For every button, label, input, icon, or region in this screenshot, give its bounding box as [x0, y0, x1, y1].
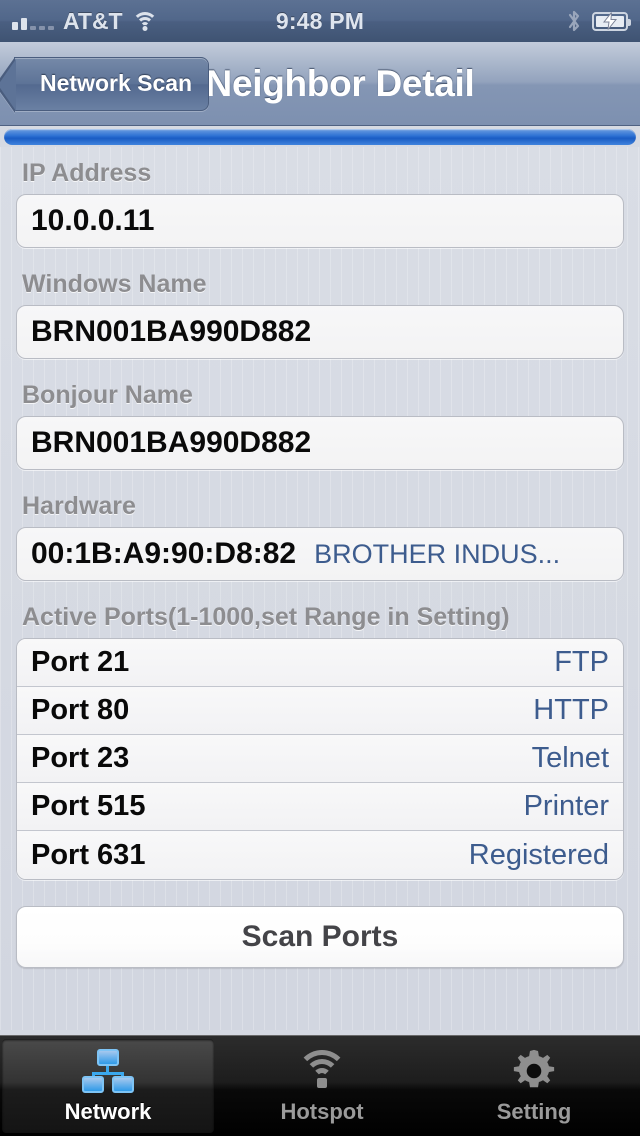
vendor-name-value: BROTHER INDUS... — [314, 538, 561, 569]
scan-ports-button[interactable]: Scan Ports — [16, 906, 624, 968]
wifi-icon — [131, 11, 158, 31]
active-ports-label: Active Ports(1-1000,set Range in Setting… — [22, 603, 510, 631]
ip-address-value: 10.0.0.11 — [31, 204, 155, 237]
windows-name-value: BRN001BA990D882 — [31, 315, 312, 348]
port-service-label: Registered — [468, 838, 609, 871]
port-number-label: Port 515 — [31, 790, 146, 822]
tab-bar: Network Hotspot Setting — [0, 1035, 640, 1136]
port-service-label: HTTP — [533, 694, 609, 726]
field-label-windows-name: Windows Name — [22, 270, 207, 298]
bluetooth-icon — [567, 10, 581, 32]
port-service-label: Telnet — [531, 742, 609, 774]
tab-hotspot-label: Hotspot — [280, 1099, 364, 1124]
back-button-label: Network Scan — [40, 70, 193, 96]
battery-charging-icon — [592, 11, 631, 31]
gear-icon — [506, 1047, 562, 1095]
field-label-ip-address: IP Address — [22, 159, 152, 187]
port-service-label: Printer — [523, 790, 609, 822]
tab-setting[interactable]: Setting — [428, 1036, 640, 1136]
carrier-label: AT&T — [63, 7, 123, 34]
tab-setting-label: Setting — [496, 1099, 572, 1124]
field-value-ip-address[interactable]: 10.0.0.11 — [16, 194, 624, 248]
progress-bar-container — [0, 126, 640, 147]
port-service-label: FTP — [554, 646, 609, 678]
status-bar-left: AT&T — [12, 8, 158, 35]
progress-bar-fill — [4, 129, 636, 145]
bonjour-name-value: BRN001BA990D882 — [31, 426, 312, 459]
port-number-label: Port 21 — [31, 646, 130, 678]
table-row[interactable]: Port 515 Printer — [17, 783, 623, 831]
table-row[interactable]: Port 21 FTP — [17, 639, 623, 687]
network-topology-icon — [80, 1047, 136, 1095]
tab-network-label: Network — [64, 1099, 152, 1124]
navigation-bar: Network Scan Neighbor Detail — [0, 42, 640, 126]
field-label-bonjour-name: Bonjour Name — [22, 381, 193, 409]
app-screen: AT&T 9:48 PM Network Scan Neighbor Detai… — [0, 0, 640, 1136]
tab-network[interactable]: Network — [2, 1039, 214, 1133]
active-ports-list: Port 21 FTP Port 80 HTTP Port 23 Telnet Port 5… — [16, 638, 624, 880]
field-value-bonjour-name[interactable]: BRN001BA990D882 — [16, 416, 624, 470]
table-row[interactable]: Port 23 Telnet — [17, 735, 623, 783]
scan-ports-button-label: Scan Ports — [241, 920, 399, 953]
table-row[interactable]: Port 631 Registered — [17, 831, 623, 879]
field-value-hardware[interactable]: 00:1B:A9:90:D8:82 BROTHER INDUS... — [16, 527, 624, 581]
scan-progress-bar — [4, 129, 636, 145]
mac-address-value: 00:1B:A9:90:D8:82 — [31, 537, 297, 570]
field-label-hardware: Hardware — [22, 492, 136, 520]
port-number-label: Port 23 — [31, 742, 130, 774]
table-row[interactable]: Port 80 HTTP — [17, 687, 623, 735]
tab-hotspot[interactable]: Hotspot — [216, 1036, 428, 1136]
field-value-windows-name[interactable]: BRN001BA990D882 — [16, 305, 624, 359]
detail-content: IP Address 10.0.0.11 Windows Name BRN001… — [0, 147, 640, 1030]
signal-bars-icon — [12, 13, 54, 30]
back-button[interactable]: Network Scan — [0, 56, 210, 113]
status-bar-right — [567, 10, 631, 32]
wifi-icon — [294, 1047, 350, 1095]
status-bar: AT&T 9:48 PM — [0, 0, 640, 42]
port-number-label: Port 80 — [31, 694, 130, 726]
port-number-label: Port 631 — [31, 838, 146, 871]
